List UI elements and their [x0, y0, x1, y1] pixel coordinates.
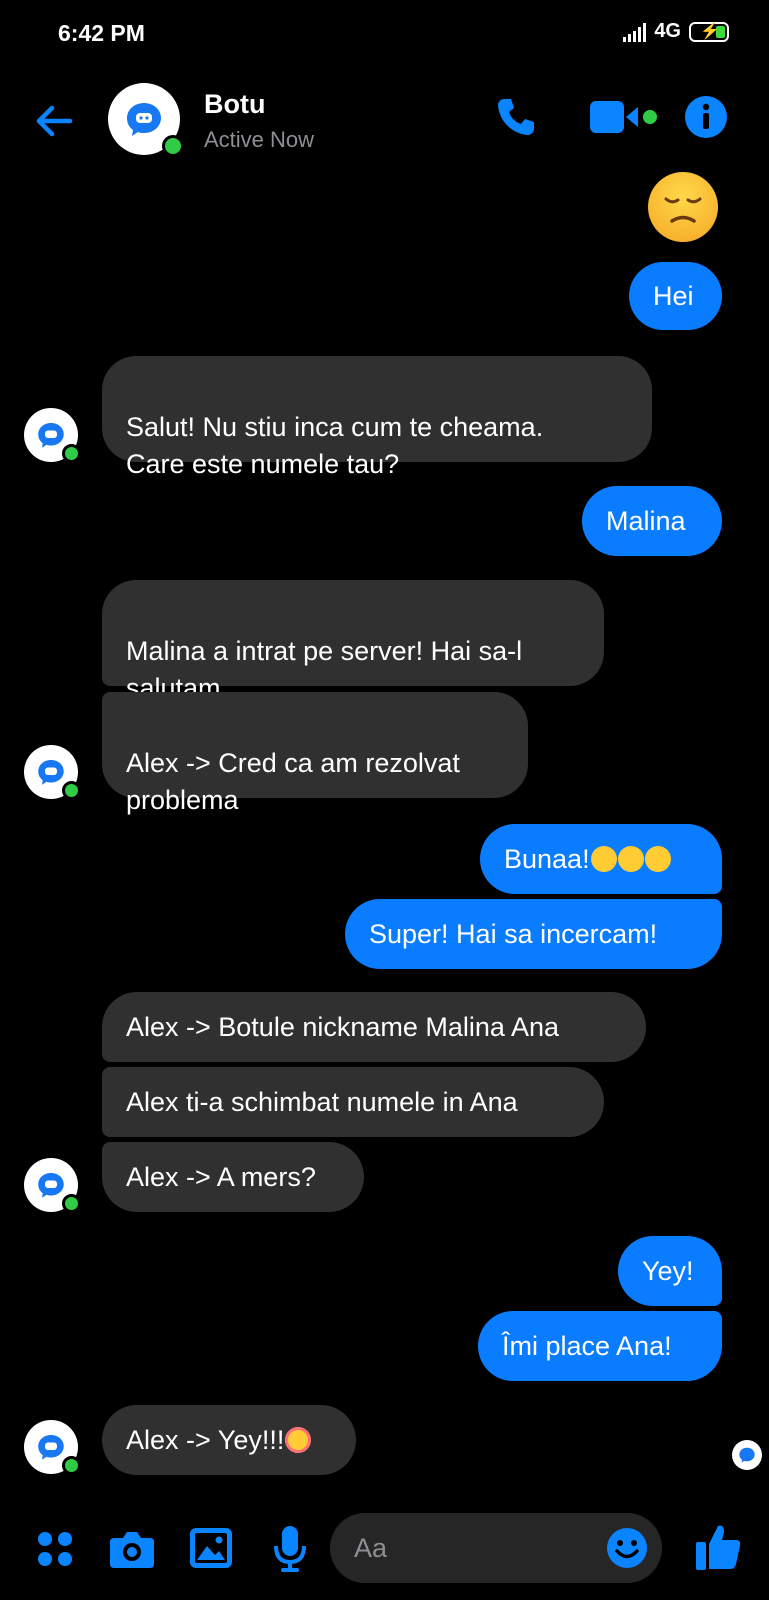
- bot-avatar[interactable]: [24, 745, 81, 800]
- message-bubble-incoming[interactable]: Alex -> Cred ca am rezolvat problema: [102, 692, 528, 815]
- disappointed-emoji: [648, 172, 718, 242]
- info-icon[interactable]: [684, 95, 728, 139]
- bot-icon: [38, 1173, 64, 1198]
- message-bubble-incoming[interactable]: Alex ti-a schimbat numele in Ana: [102, 1067, 604, 1137]
- message-bubble-incoming[interactable]: Salut! Nu stiu inca cum te cheama. Care …: [102, 356, 652, 479]
- seen-receipt-avatar: [732, 1440, 762, 1470]
- contact-avatar[interactable]: [108, 83, 184, 157]
- active-status: Active Now: [204, 127, 315, 152]
- message-text: Salut! Nu stiu inca cum te cheama. Care …: [126, 412, 544, 479]
- emoji-icon[interactable]: [606, 1527, 648, 1569]
- message-text: Alex -> A mers?: [126, 1161, 316, 1192]
- message-text: Malina: [606, 505, 686, 536]
- bot-icon: [38, 1435, 64, 1460]
- message-text: Yey!: [642, 1255, 694, 1286]
- message-bubble-incoming[interactable]: Malina a intrat pe server! Hai sa-l salu…: [102, 580, 604, 703]
- message-text: Îmi place Ana!: [502, 1330, 672, 1361]
- bot-icon: [38, 423, 64, 448]
- like-icon[interactable]: [694, 1522, 742, 1572]
- bot-avatar[interactable]: [24, 1158, 81, 1213]
- message-bubble-incoming[interactable]: Alex -> A mers?: [102, 1142, 364, 1212]
- contact-name: Botu: [204, 89, 266, 119]
- battery-icon: ⚡: [689, 21, 729, 42]
- message-text: Alex -> Botule nickname Malina Ana: [126, 1011, 559, 1042]
- status-time: 6:42 PM: [58, 20, 145, 46]
- network-type: 4G: [654, 20, 681, 42]
- message-text: Super! Hai sa incercam!: [369, 918, 658, 949]
- message-bubble-incoming[interactable]: Alex -> Yey!!!: [102, 1405, 356, 1475]
- message-bubble-outgoing[interactable]: Yey!: [618, 1236, 722, 1306]
- chat-header: Botu Active Now: [0, 75, 769, 165]
- microphone-icon[interactable]: [272, 1524, 308, 1574]
- message-input[interactable]: Aa: [330, 1513, 662, 1583]
- camera-icon[interactable]: [108, 1528, 156, 1570]
- video-call-icon[interactable]: [588, 97, 660, 137]
- message-text: Alex -> Yey!!!: [126, 1424, 285, 1455]
- bot-icon: [38, 760, 64, 785]
- status-right: 4G ⚡: [623, 20, 729, 43]
- smiling-hearts-emoji: [285, 1427, 312, 1453]
- grin-sweat-emoji: [590, 846, 617, 872]
- message-bubble-outgoing[interactable]: Îmi place Ana!: [478, 1311, 722, 1381]
- bot-avatar[interactable]: [24, 1420, 81, 1475]
- message-text: Alex -> Cred ca am rezolvat problema: [126, 748, 460, 815]
- message-text: Hei: [653, 280, 694, 311]
- message-bubble-outgoing[interactable]: Hei: [629, 262, 722, 330]
- grin-sweat-emoji: [644, 846, 671, 872]
- signal-icon: [623, 22, 647, 42]
- status-bar: 6:42 PM 4G ⚡: [0, 0, 769, 70]
- message-bubble-outgoing[interactable]: Bunaa!: [480, 824, 722, 894]
- bot-icon: [739, 1447, 755, 1463]
- bot-avatar[interactable]: [24, 408, 81, 463]
- message-bubble-incoming[interactable]: Alex -> Botule nickname Malina Ana: [102, 992, 646, 1062]
- phone-call-icon[interactable]: [494, 95, 538, 139]
- message-bubble-outgoing[interactable]: Super! Hai sa incercam!: [345, 899, 722, 969]
- message-input-placeholder: Aa: [354, 1533, 388, 1563]
- grin-sweat-emoji: [617, 846, 644, 872]
- composer-bar: Aa: [0, 1500, 769, 1600]
- back-arrow-icon[interactable]: [30, 97, 78, 145]
- gallery-icon[interactable]: [188, 1526, 234, 1570]
- message-text: Alex ti-a schimbat numele in Ana: [126, 1086, 518, 1117]
- message-bubble-outgoing[interactable]: Malina: [582, 486, 722, 556]
- message-text: Bunaa!: [504, 843, 590, 874]
- bot-icon: [127, 103, 161, 136]
- menu-dots-icon[interactable]: [36, 1530, 74, 1568]
